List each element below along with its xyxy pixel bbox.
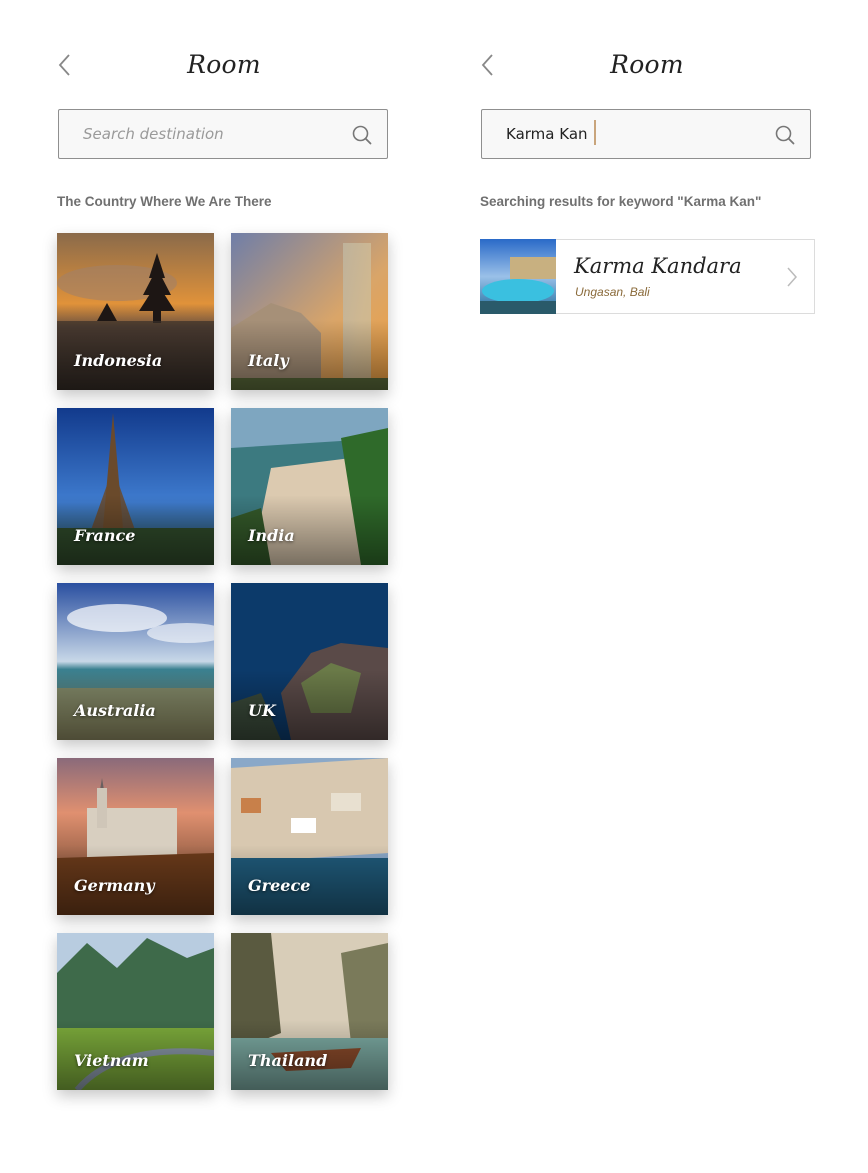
- header: Room: [57, 50, 391, 80]
- country-name: France: [74, 526, 136, 545]
- country-tile-uk[interactable]: UK: [231, 583, 388, 740]
- search-box: [481, 109, 811, 159]
- search-box: [58, 109, 388, 159]
- country-name: Vietnam: [74, 1051, 149, 1070]
- country-name: Indonesia: [74, 351, 163, 370]
- section-label: The Country Where We Are There: [57, 194, 272, 209]
- country-tile-italy[interactable]: Italy: [231, 233, 388, 390]
- country-name: UK: [248, 701, 276, 720]
- country-name: Greece: [248, 876, 311, 895]
- country-name: India: [248, 526, 295, 545]
- country-tile-thailand[interactable]: Thailand: [231, 933, 388, 1090]
- country-name: Germany: [74, 876, 155, 895]
- country-tile-germany[interactable]: Germany: [57, 758, 214, 915]
- search-icon[interactable]: [775, 125, 795, 145]
- country-tile-greece[interactable]: Greece: [231, 758, 388, 915]
- country-tile-france[interactable]: France: [57, 408, 214, 565]
- result-title: Karma Kandara: [574, 254, 742, 278]
- country-name: Italy: [248, 351, 289, 370]
- header: Room: [480, 50, 814, 80]
- results-label: Searching results for keyword "Karma Kan…: [480, 194, 762, 209]
- country-tile-india[interactable]: India: [231, 408, 388, 565]
- country-tile-australia[interactable]: Australia: [57, 583, 214, 740]
- country-name: Thailand: [248, 1051, 328, 1070]
- country-name: Australia: [74, 701, 156, 720]
- chevron-right-icon: [787, 267, 798, 287]
- result-item[interactable]: Karma Kandara Ungasan, Bali: [480, 239, 815, 314]
- result-location: Ungasan, Bali: [575, 285, 650, 299]
- search-input[interactable]: [506, 110, 756, 158]
- search-icon[interactable]: [352, 125, 372, 145]
- search-input[interactable]: [83, 110, 333, 158]
- result-thumbnail: [480, 239, 556, 314]
- page-title: Room: [187, 50, 261, 79]
- country-tile-vietnam[interactable]: Vietnam: [57, 933, 214, 1090]
- country-tile-indonesia[interactable]: Indonesia: [57, 233, 214, 390]
- page-title: Room: [610, 50, 684, 79]
- text-caret: [594, 120, 596, 145]
